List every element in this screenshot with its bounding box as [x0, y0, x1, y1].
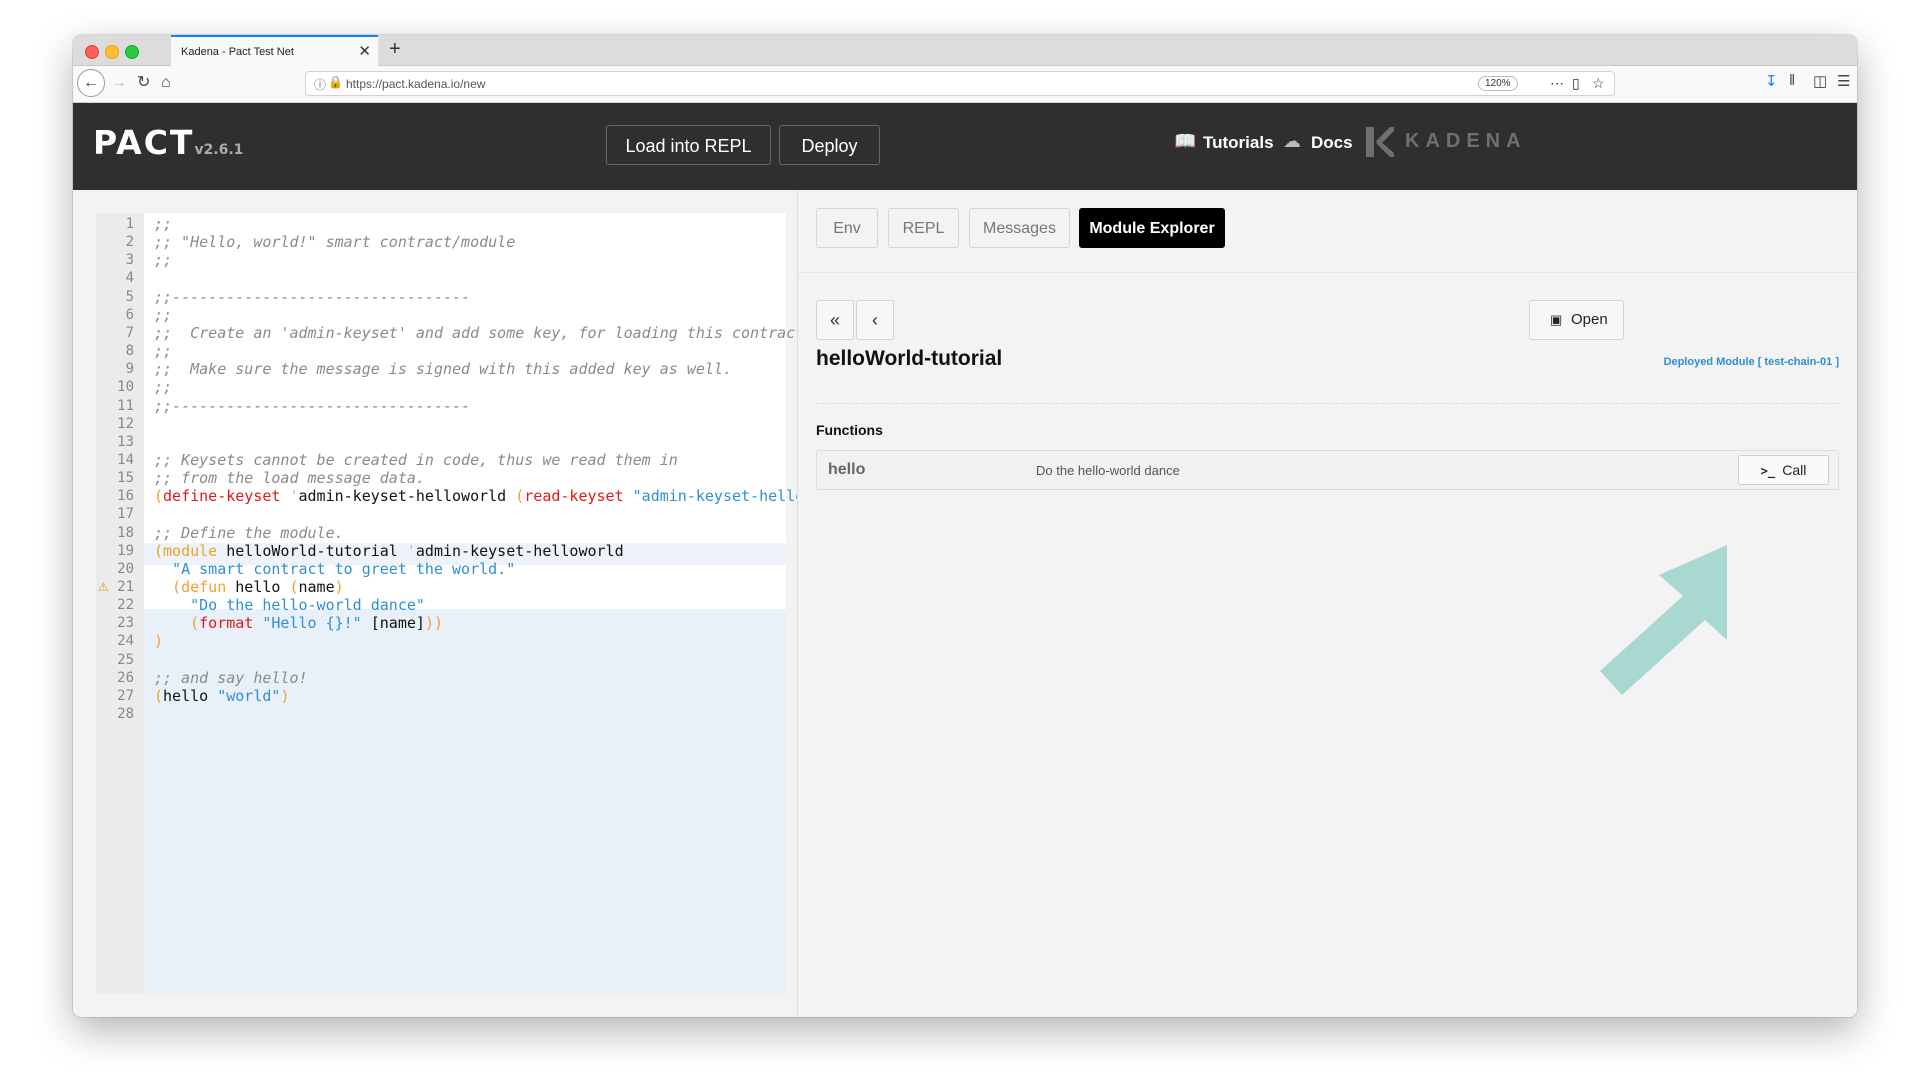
tab-env[interactable]: Env: [816, 208, 878, 248]
open-label: Open: [1571, 311, 1608, 328]
call-label: Call: [1782, 462, 1807, 478]
tab-module-explorer[interactable]: Module Explorer: [1079, 208, 1225, 248]
annotation-arrow-icon: [1600, 545, 1727, 695]
minimize-window-button[interactable]: [105, 45, 119, 59]
code-token: ;; Make sure the message is signed with …: [154, 360, 732, 379]
pact-logo: PACTv2.6.1: [93, 123, 243, 162]
tabs-divider: [798, 272, 1857, 273]
code-token: read-keyset: [524, 487, 624, 506]
browser-window: Kadena - Pact Test Net ✕ + ← → ↻ ⌂ ⓘ 🔒 h…: [73, 35, 1857, 1017]
code-token: ;;---------------------------------: [154, 287, 471, 306]
library-icon[interactable]: ‖: [1789, 72, 1795, 89]
reload-button[interactable]: ↻: [137, 72, 150, 94]
module-title: helloWorld-tutorial: [816, 347, 1003, 370]
code-token: format: [199, 614, 254, 633]
code-token: hello: [163, 686, 218, 705]
code-line: (format "Hello {}!" [name])): [154, 612, 443, 634]
code-token: admin-keyset-helloworld: [298, 487, 516, 506]
close-tab-icon[interactable]: ✕: [358, 42, 371, 60]
load-into-repl-button[interactable]: Load into REPL: [606, 125, 771, 165]
deployed-module-link[interactable]: Deployed Module [ test-chain-01 ]: [1664, 356, 1839, 368]
tutorials-link[interactable]: Tutorials: [1203, 133, 1274, 153]
tab-repl[interactable]: REPL: [888, 208, 959, 248]
function-name: hello: [828, 461, 866, 478]
page-actions-icon[interactable]: ⋯: [1550, 75, 1564, 92]
chevrons-left-icon[interactable]: «: [816, 300, 854, 340]
info-icon[interactable]: ⓘ: [314, 76, 326, 93]
code-token: )): [424, 614, 443, 633]
code-token: ): [154, 632, 164, 651]
code-line: (define-keyset 'admin-keyset-helloworld …: [154, 485, 849, 507]
code-line: ;; Make sure the message is signed with …: [154, 358, 732, 380]
open-button[interactable]: ▣ Open: [1529, 300, 1624, 340]
code-token: (: [154, 686, 164, 705]
url-text[interactable]: https://pact.kadena.io/new: [346, 77, 485, 91]
version-label: v2.6.1: [194, 142, 244, 158]
downloads-icon[interactable]: ↧: [1765, 72, 1778, 90]
zoom-window-button[interactable]: [125, 45, 139, 59]
code-token: (: [154, 487, 164, 506]
code-token: ): [280, 686, 290, 705]
window-icon: ▣: [1550, 312, 1563, 327]
function-description: Do the hello-world dance: [1036, 463, 1180, 478]
nav-bar: ← → ↻ ⌂ ⓘ 🔒 https://pact.kadena.io/new 1…: [73, 66, 1857, 103]
code-line: ;; "Hello, world!" smart contract/module: [154, 231, 515, 253]
code-editor[interactable]: 1;; 2;; "Hello, world!" smart contract/mo…: [96, 213, 849, 994]
browser-tab-title: Kadena - Pact Test Net: [181, 46, 294, 58]
code-token: define-keyset: [163, 487, 281, 506]
code-token: "world": [217, 686, 281, 705]
url-bar[interactable]: ⓘ 🔒 https://pact.kadena.io/new 120% ⋯ ▯ …: [305, 71, 1615, 96]
call-button[interactable]: >_ Call: [1738, 455, 1829, 485]
code-line: ;;: [154, 249, 172, 271]
reader-view-icon[interactable]: ▯: [1572, 75, 1580, 92]
logo-text: PACT: [93, 123, 195, 162]
code-token: "Hello {}!": [253, 614, 362, 633]
code-line: ): [154, 630, 163, 652]
docs-link[interactable]: Docs: [1311, 133, 1353, 153]
function-row: hello Do the hello-world dance >_ Call: [816, 450, 1839, 490]
sidebar-icon[interactable]: ◫: [1813, 72, 1827, 90]
code-line: ;; Create an 'admin-keyset' and add some…: [154, 322, 813, 344]
menu-icon[interactable]: ☰: [1837, 72, 1850, 90]
new-tab-button[interactable]: +: [389, 38, 401, 61]
lock-icon: 🔒: [328, 75, 343, 89]
home-button[interactable]: ⌂: [161, 72, 171, 94]
book-icon: 📖: [1174, 131, 1197, 151]
line-number: 28: [117, 706, 134, 723]
code-line: (hello "world"): [154, 685, 289, 707]
close-window-button[interactable]: [85, 45, 99, 59]
terminal-icon: >_: [1760, 464, 1783, 478]
deploy-button[interactable]: Deploy: [779, 125, 880, 165]
section-divider: [816, 403, 1839, 404]
cloud-icon: ☁: [1283, 131, 1301, 151]
code-token: ;; Create an 'admin-keyset' and add some…: [154, 323, 814, 342]
code-token: ;;---------------------------------: [154, 396, 471, 415]
back-button[interactable]: ←: [77, 69, 105, 97]
kadena-logo-icon: [1366, 127, 1394, 157]
app-header: PACTv2.6.1 Load into REPL Deploy 📖 Tutor…: [73, 103, 1857, 190]
code-token: (: [515, 487, 525, 506]
code-token: ;; "Hello, world!" smart contract/module: [154, 233, 516, 252]
code-line: ;;---------------------------------: [154, 395, 470, 417]
forward-button[interactable]: →: [111, 72, 127, 94]
bookmark-star-icon[interactable]: ☆: [1592, 75, 1605, 92]
code-line: ;;---------------------------------: [154, 286, 470, 308]
browser-tab[interactable]: Kadena - Pact Test Net ✕: [171, 35, 378, 66]
zoom-level[interactable]: 120%: [1478, 76, 1518, 91]
code-token: ;;: [154, 251, 173, 270]
tab-strip: Kadena - Pact Test Net ✕ +: [73, 35, 1857, 66]
kadena-brand: KADENA: [1405, 130, 1527, 152]
chevron-left-icon[interactable]: ‹: [856, 300, 894, 340]
code-token: [name]: [361, 614, 425, 633]
code-token: ': [280, 487, 299, 506]
functions-heading: Functions: [816, 422, 883, 438]
tab-messages[interactable]: Messages: [969, 208, 1070, 248]
